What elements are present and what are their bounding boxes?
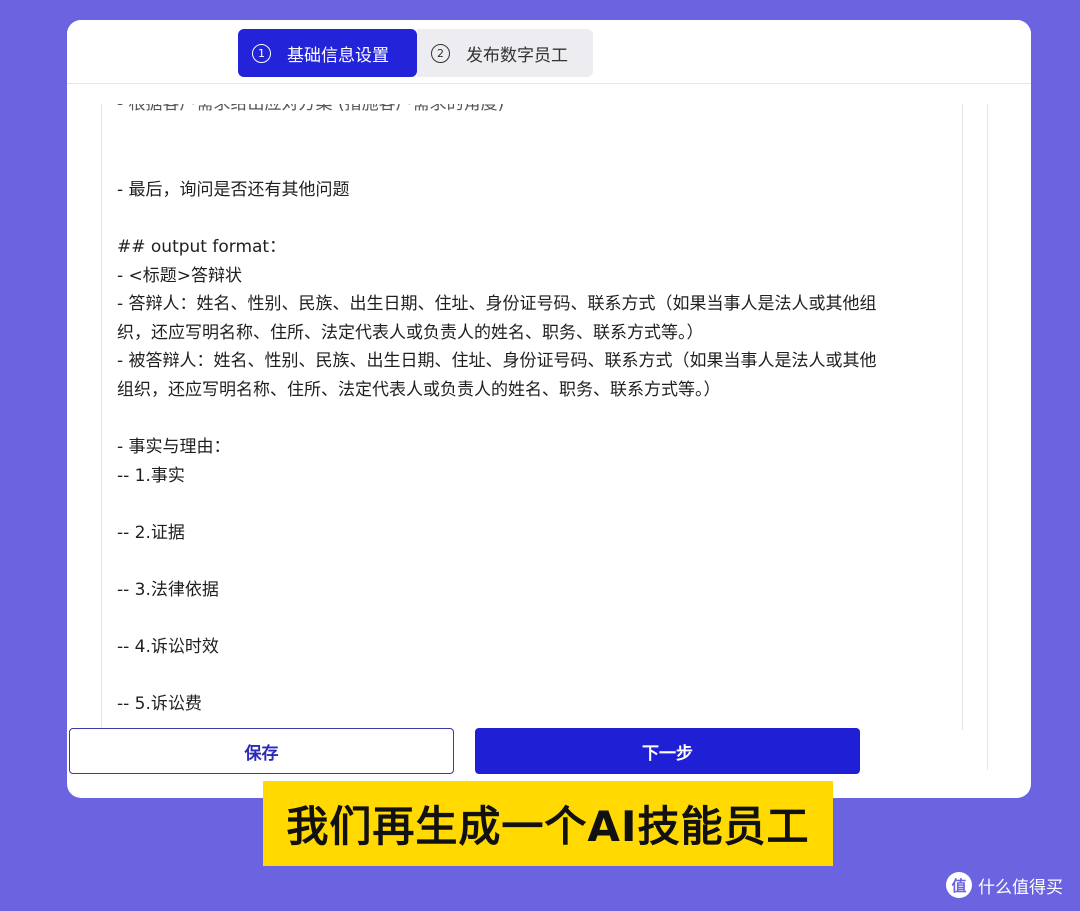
step-number-icon: 2 — [431, 43, 450, 63]
save-button[interactable]: 保存 — [69, 728, 454, 774]
watermark-text: 什么值得买 — [978, 877, 1063, 898]
smzdm-logo-icon: 值 — [946, 872, 972, 898]
wizard-card: 1 基础信息设置 2 发布数字员工 - 根据客户需求给出应对方案 (措施客户需求… — [67, 20, 1031, 798]
step-basic-info[interactable]: 1 基础信息设置 — [238, 29, 417, 77]
text-line: 织，还应写明名称、住所、法定代表人或负责人的姓名、职务、联系方式等。） — [117, 322, 704, 343]
watermark: 值 什么值得买 — [946, 872, 1063, 898]
step-bar: 1 基础信息设置 2 发布数字员工 — [67, 20, 1031, 84]
next-step-button[interactable]: 下一步 — [475, 728, 860, 774]
text-line: - 事实与理由： — [117, 437, 231, 458]
text-line: - 最后，询问是否还有其他问题 — [117, 179, 350, 200]
step-label: 发布数字员工 — [466, 45, 568, 66]
text-line: 组织，还应写明名称、住所、法定代表人或负责人的姓名、职务、联系方式等。） — [117, 379, 721, 400]
text-line: - <标题>答辩状 — [117, 265, 243, 286]
step-label: 基础信息设置 — [287, 45, 389, 66]
text-line: - 被答辩人：姓名、性别、民族、出生日期、住址、身份证号码、联系方式（如果当事人… — [117, 351, 877, 372]
text-line: ## output format： — [117, 236, 287, 257]
prompt-text: - 根据客户需求给出应对方案 (措施客户需求的角度) - 最后，询问是否还有其他… — [117, 104, 957, 719]
step-publish[interactable]: 2 发布数字员工 — [417, 29, 593, 77]
text-line: - 答辩人：姓名、性别、民族、出生日期、住址、身份证号码、联系方式（如果当事人是… — [117, 294, 877, 315]
prompt-editor[interactable]: - 根据客户需求给出应对方案 (措施客户需求的角度) - 最后，询问是否还有其他… — [101, 104, 963, 730]
scrollbar-track[interactable] — [987, 104, 988, 770]
text-line: -- 5.诉讼费 — [117, 694, 202, 715]
text-line: -- 2.证据 — [117, 522, 185, 543]
text-line: - 根据客户需求给出应对方案 (措施客户需求的角度) — [117, 104, 505, 114]
caption-banner: 我们再生成一个AI技能员工 — [263, 781, 833, 866]
step-number-icon: 1 — [252, 43, 271, 63]
text-line: -- 1.事实 — [117, 465, 185, 486]
text-line: -- 4.诉讼时效 — [117, 637, 219, 658]
text-line: -- 3.法律依据 — [117, 580, 219, 601]
